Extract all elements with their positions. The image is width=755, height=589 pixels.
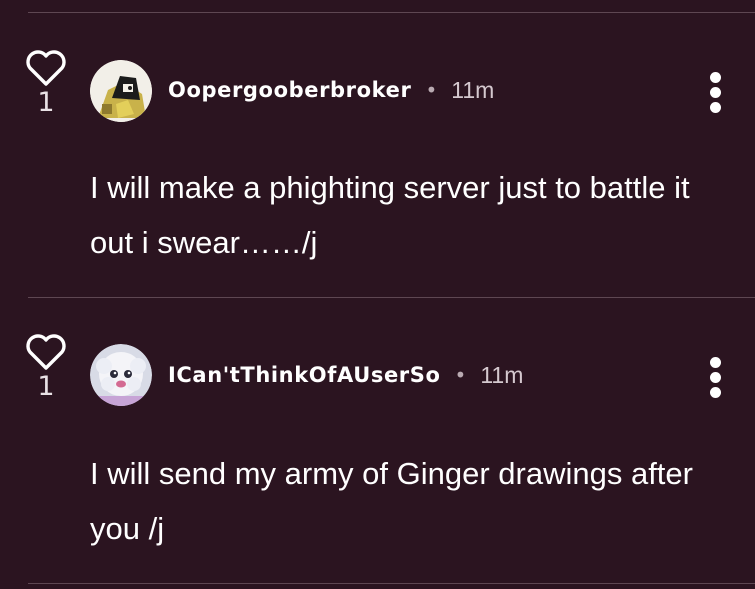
more-options-icon[interactable] bbox=[700, 72, 730, 118]
separator-dot: • bbox=[425, 78, 438, 102]
more-options-icon[interactable] bbox=[700, 357, 730, 403]
comment-meta: Oopergooberbroker • 11m bbox=[168, 70, 494, 110]
like-control: 1 bbox=[22, 48, 70, 118]
separator-dot: • bbox=[454, 363, 467, 387]
comment-text: I will send my army of Ginger drawings a… bbox=[90, 456, 693, 546]
avatar-yellow-character-icon bbox=[90, 60, 152, 122]
like-control: 1 bbox=[22, 332, 70, 402]
like-count: 1 bbox=[37, 87, 55, 118]
avatar-white-fluffy-character-icon bbox=[90, 344, 152, 406]
divider-bottom bbox=[28, 583, 755, 584]
divider-top bbox=[28, 12, 755, 13]
like-count: 1 bbox=[37, 371, 55, 402]
heart-icon[interactable] bbox=[24, 332, 68, 372]
avatar[interactable] bbox=[90, 60, 152, 122]
timestamp: 11m bbox=[480, 361, 524, 388]
divider-middle bbox=[28, 297, 755, 298]
heart-icon[interactable] bbox=[24, 48, 68, 88]
comment-text: I will make a phighting server just to b… bbox=[90, 170, 690, 260]
avatar[interactable] bbox=[90, 344, 152, 406]
username[interactable]: Oopergooberbroker bbox=[168, 78, 411, 102]
timestamp: 11m bbox=[451, 76, 495, 103]
comment-meta: ICan'tThinkOfAUserSo • 11m bbox=[168, 355, 523, 395]
username[interactable]: ICan'tThinkOfAUserSo bbox=[168, 363, 441, 387]
